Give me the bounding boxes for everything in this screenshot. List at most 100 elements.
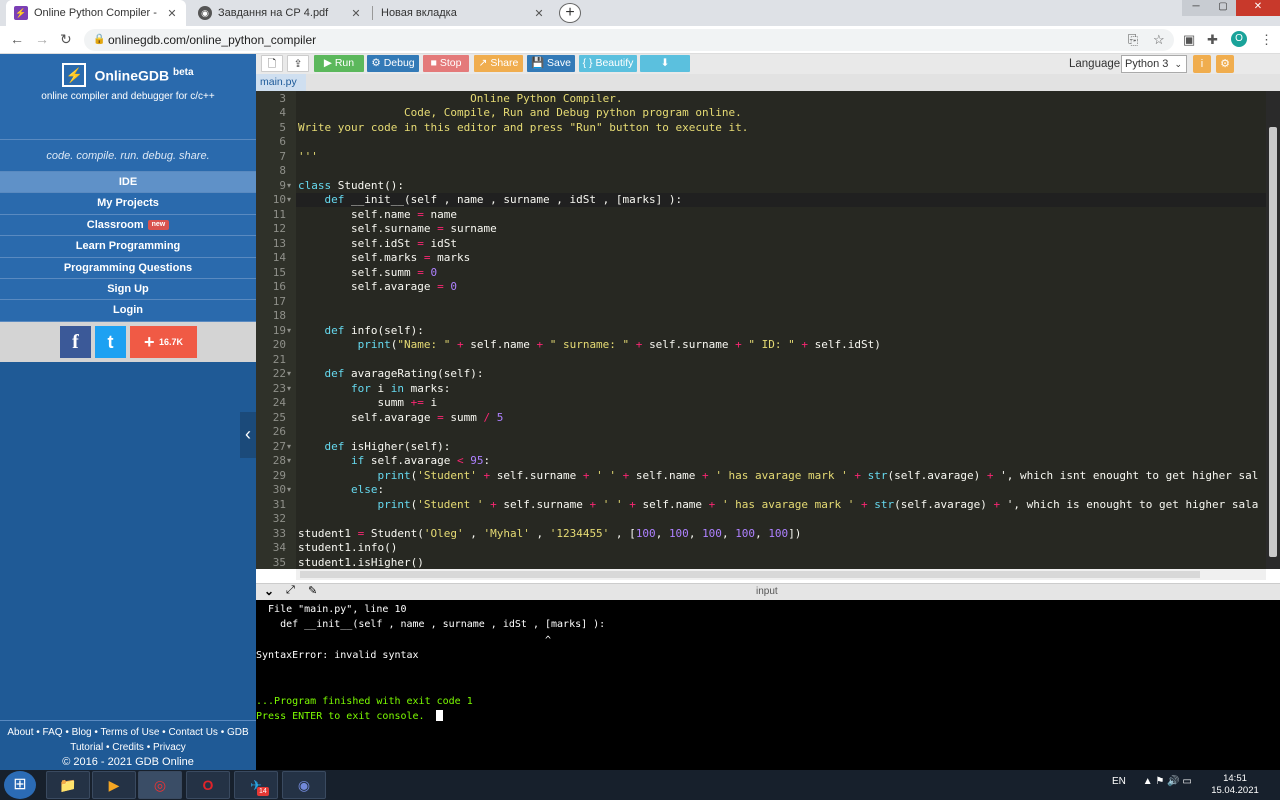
sidebar-item-sign-up[interactable]: Sign Up bbox=[0, 278, 256, 301]
code-line: summ += i bbox=[298, 396, 438, 409]
code-line: self.marks = marks bbox=[298, 251, 471, 264]
line-number: 26 bbox=[272, 425, 286, 438]
fold-arrow-icon[interactable]: ▾ bbox=[287, 485, 291, 494]
input-label[interactable]: input bbox=[756, 586, 778, 597]
translate-icon[interactable]: ⎘ bbox=[1128, 32, 1138, 48]
line-number: 30 bbox=[272, 483, 286, 496]
line-number: 11 bbox=[272, 207, 286, 221]
new-file-button[interactable]: 🗋 bbox=[261, 55, 283, 72]
back-arrow-icon[interactable]: ← bbox=[10, 31, 24, 47]
sidebar-item-ide[interactable]: IDE bbox=[0, 172, 256, 194]
fold-arrow-icon[interactable]: ▾ bbox=[287, 195, 291, 204]
puzzle-icon[interactable]: ✚ bbox=[1207, 32, 1218, 48]
expand-icon[interactable]: ⤢ bbox=[286, 584, 295, 597]
footer-links-2[interactable]: Tutorial • Credits • Privacy bbox=[0, 740, 256, 755]
tray-icons[interactable]: ▲ ⚑ 🔊 ▭ bbox=[1143, 776, 1192, 787]
code-line: Online Python Compiler. bbox=[298, 91, 623, 105]
close-window-button[interactable]: ✕ bbox=[1236, 0, 1280, 16]
fold-arrow-icon[interactable]: ▾ bbox=[287, 326, 291, 335]
sidebar-item-my-projects[interactable]: My Projects bbox=[0, 193, 256, 215]
brand-subtitle: online compiler and debugger for c/c++ bbox=[41, 91, 215, 102]
sidebar-item-classroom[interactable]: Classroom new bbox=[0, 214, 256, 237]
vertical-scrollbar[interactable] bbox=[1266, 91, 1280, 569]
chevron-down-icon: ⌄ bbox=[1174, 59, 1182, 69]
twitter-share-button[interactable]: t bbox=[95, 325, 126, 358]
share-button[interactable]: ↗ Share bbox=[474, 55, 523, 72]
code-line: if self.avarage < 95: bbox=[350, 454, 491, 467]
minimize-button[interactable]: ─ bbox=[1182, 0, 1210, 16]
language-select[interactable]: Python 3 ⌄ bbox=[1121, 55, 1187, 73]
browser-tab-onlinegdb[interactable]: ⚡ Online Python Compiler - online ✕ bbox=[6, 0, 186, 26]
code-line: self.surname = surname bbox=[298, 222, 497, 235]
browser-tab-pdf[interactable]: ◉ Завдання на СР 4.pdf ✕ bbox=[190, 0, 370, 26]
collapse-sidebar-button[interactable]: ‹ bbox=[240, 412, 256, 458]
tab-close-icon[interactable]: ✕ bbox=[533, 7, 545, 20]
chrome-icon[interactable]: ◎ bbox=[138, 771, 182, 799]
line-number: 18 bbox=[272, 309, 286, 322]
language-indicator[interactable]: EN bbox=[1112, 776, 1126, 787]
stop-button[interactable]: ■ Stop bbox=[423, 55, 469, 72]
console-line: File "main.py", line 10 bbox=[256, 604, 407, 615]
download-button[interactable]: ⬇ bbox=[640, 55, 690, 72]
facebook-share-button[interactable]: f bbox=[60, 325, 91, 358]
tab-main-py[interactable]: main.py bbox=[256, 74, 306, 91]
save-button[interactable]: 💾 Save bbox=[527, 55, 575, 72]
fold-arrow-icon[interactable]: ▾ bbox=[287, 369, 291, 378]
collapse-output-icon[interactable]: ⌄ bbox=[264, 584, 274, 598]
code-line: Write your code in this editor and press… bbox=[298, 120, 749, 134]
fold-arrow-icon[interactable]: ▾ bbox=[287, 384, 291, 393]
new-tab-button[interactable]: + bbox=[559, 3, 581, 23]
tab-close-icon[interactable]: ✕ bbox=[350, 7, 362, 20]
sidebar-item-login[interactable]: Login bbox=[0, 300, 256, 322]
extension-icon[interactable]: ▣ bbox=[1183, 32, 1195, 48]
info-button[interactable]: i bbox=[1193, 55, 1211, 73]
forward-arrow-icon[interactable]: → bbox=[35, 31, 49, 47]
telegram-badge: 14 bbox=[257, 787, 269, 796]
fold-arrow-icon[interactable]: ▾ bbox=[287, 456, 291, 465]
share-count-button[interactable]: + 16.7K bbox=[130, 325, 197, 358]
debug-button[interactable]: ⚙ Debug bbox=[367, 55, 419, 72]
clock[interactable]: 14:51 15.04.2021 bbox=[1210, 773, 1260, 797]
maximize-button[interactable]: ▢ bbox=[1210, 0, 1236, 16]
reload-icon[interactable]: ↻ bbox=[60, 31, 72, 48]
scroll-thumb[interactable] bbox=[1269, 127, 1277, 557]
sidebar-item-learn-programming[interactable]: Learn Programming bbox=[0, 236, 256, 258]
code-editor[interactable]: 3 4 5 6 7 8 9 ▾ 10 ▾ 11 12 13 14 15 16 17 18 19 ▾ 20 21 22 ▾ 23 ▾… bbox=[256, 91, 1280, 569]
brand-logo[interactable]: ⚡ OnlineGDB beta bbox=[62, 63, 194, 87]
sidebar: ⚡ OnlineGDB beta online compiler and deb… bbox=[0, 54, 256, 770]
scroll-thumb[interactable] bbox=[300, 571, 1200, 578]
clear-icon[interactable]: ✎ bbox=[308, 584, 317, 597]
line-number: 22 bbox=[272, 367, 286, 380]
telegram-icon[interactable]: ✈ 14 bbox=[234, 771, 278, 799]
opera-icon[interactable]: O bbox=[186, 771, 230, 799]
tab-close-icon[interactable]: ✕ bbox=[166, 7, 178, 20]
footer-links[interactable]: About • FAQ • Blog • Terms of Use • Cont… bbox=[0, 725, 256, 740]
line-number: 9 bbox=[279, 178, 286, 192]
line-number: 14 bbox=[272, 251, 286, 264]
code-line: Code, Compile, Run and Debug python prog… bbox=[298, 106, 742, 119]
fold-arrow-icon[interactable]: ▾ bbox=[287, 181, 291, 190]
copyright: © 2016 - 2021 GDB Online bbox=[62, 756, 194, 768]
line-number: 5 bbox=[279, 120, 286, 134]
upload-button[interactable]: ⇪ bbox=[287, 55, 309, 72]
console-output[interactable]: File "main.py", line 10 def __init__(sel… bbox=[256, 600, 1280, 770]
code-line: def info(self): bbox=[324, 323, 424, 337]
discord-icon[interactable]: ◉ bbox=[282, 771, 326, 799]
browser-tab-new[interactable]: Новая вкладка ✕ bbox=[373, 0, 553, 26]
io-header: ⌄ ⤢ ✎ input bbox=[256, 583, 1280, 600]
profile-avatar[interactable]: O bbox=[1231, 31, 1247, 47]
fold-arrow-icon[interactable]: ▾ bbox=[287, 442, 291, 451]
settings-gear-icon[interactable]: ⚙ bbox=[1216, 55, 1234, 73]
console-line: SyntaxError: invalid syntax bbox=[256, 649, 419, 661]
media-player-icon[interactable]: ▶ bbox=[92, 771, 136, 799]
start-button[interactable]: ⊞ bbox=[4, 771, 36, 799]
sidebar-item-programming-questions[interactable]: Programming Questions bbox=[0, 257, 256, 279]
run-button[interactable]: ▶ Run bbox=[314, 55, 364, 72]
horizontal-scrollbar[interactable] bbox=[296, 569, 1266, 580]
language-value: Python 3 bbox=[1125, 58, 1169, 70]
file-explorer-icon[interactable]: 📁 bbox=[46, 771, 90, 799]
beautify-button[interactable]: { } Beautify bbox=[579, 55, 637, 72]
bookmark-star-icon[interactable]: ☆ bbox=[1153, 32, 1165, 48]
menu-dots-icon[interactable]: ⋮ bbox=[1260, 32, 1273, 48]
url-input[interactable]: 🔒 onlinegdb.com/online_python_compiler bbox=[84, 29, 1174, 51]
